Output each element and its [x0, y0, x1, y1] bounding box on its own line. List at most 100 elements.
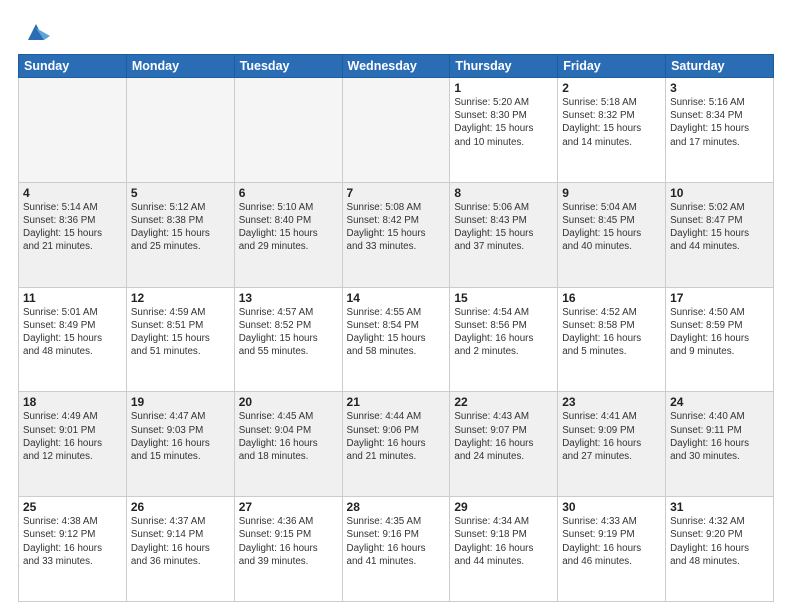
day-number: 26 [131, 500, 230, 514]
logo [18, 16, 50, 46]
day-cell [234, 78, 342, 183]
day-number: 4 [23, 186, 122, 200]
day-number: 1 [454, 81, 553, 95]
day-number: 3 [670, 81, 769, 95]
day-number: 23 [562, 395, 661, 409]
day-number: 20 [239, 395, 338, 409]
day-cell: 19Sunrise: 4:47 AM Sunset: 9:03 PM Dayli… [126, 392, 234, 497]
day-cell: 4Sunrise: 5:14 AM Sunset: 8:36 PM Daylig… [19, 182, 127, 287]
day-number: 31 [670, 500, 769, 514]
day-info: Sunrise: 4:54 AM Sunset: 8:56 PM Dayligh… [454, 306, 553, 359]
day-number: 19 [131, 395, 230, 409]
day-cell: 28Sunrise: 4:35 AM Sunset: 9:16 PM Dayli… [342, 497, 450, 602]
page: SundayMondayTuesdayWednesdayThursdayFrid… [0, 0, 792, 612]
weekday-thursday: Thursday [450, 55, 558, 78]
day-number: 9 [562, 186, 661, 200]
day-cell: 24Sunrise: 4:40 AM Sunset: 9:11 PM Dayli… [666, 392, 774, 497]
day-number: 30 [562, 500, 661, 514]
day-info: Sunrise: 4:49 AM Sunset: 9:01 PM Dayligh… [23, 410, 122, 463]
day-number: 29 [454, 500, 553, 514]
day-cell: 15Sunrise: 4:54 AM Sunset: 8:56 PM Dayli… [450, 287, 558, 392]
day-cell: 25Sunrise: 4:38 AM Sunset: 9:12 PM Dayli… [19, 497, 127, 602]
day-info: Sunrise: 4:40 AM Sunset: 9:11 PM Dayligh… [670, 410, 769, 463]
day-cell [19, 78, 127, 183]
week-row-5: 25Sunrise: 4:38 AM Sunset: 9:12 PM Dayli… [19, 497, 774, 602]
week-row-1: 1Sunrise: 5:20 AM Sunset: 8:30 PM Daylig… [19, 78, 774, 183]
day-info: Sunrise: 4:35 AM Sunset: 9:16 PM Dayligh… [347, 515, 446, 568]
day-info: Sunrise: 5:10 AM Sunset: 8:40 PM Dayligh… [239, 201, 338, 254]
weekday-header-row: SundayMondayTuesdayWednesdayThursdayFrid… [19, 55, 774, 78]
day-cell: 6Sunrise: 5:10 AM Sunset: 8:40 PM Daylig… [234, 182, 342, 287]
week-row-4: 18Sunrise: 4:49 AM Sunset: 9:01 PM Dayli… [19, 392, 774, 497]
day-number: 14 [347, 291, 446, 305]
day-info: Sunrise: 4:37 AM Sunset: 9:14 PM Dayligh… [131, 515, 230, 568]
day-info: Sunrise: 5:06 AM Sunset: 8:43 PM Dayligh… [454, 201, 553, 254]
day-cell: 23Sunrise: 4:41 AM Sunset: 9:09 PM Dayli… [558, 392, 666, 497]
day-info: Sunrise: 5:16 AM Sunset: 8:34 PM Dayligh… [670, 96, 769, 149]
day-cell: 18Sunrise: 4:49 AM Sunset: 9:01 PM Dayli… [19, 392, 127, 497]
day-cell [126, 78, 234, 183]
day-number: 18 [23, 395, 122, 409]
weekday-wednesday: Wednesday [342, 55, 450, 78]
day-info: Sunrise: 4:43 AM Sunset: 9:07 PM Dayligh… [454, 410, 553, 463]
day-info: Sunrise: 5:12 AM Sunset: 8:38 PM Dayligh… [131, 201, 230, 254]
day-number: 10 [670, 186, 769, 200]
day-cell: 30Sunrise: 4:33 AM Sunset: 9:19 PM Dayli… [558, 497, 666, 602]
day-info: Sunrise: 4:52 AM Sunset: 8:58 PM Dayligh… [562, 306, 661, 359]
day-number: 7 [347, 186, 446, 200]
day-info: Sunrise: 5:02 AM Sunset: 8:47 PM Dayligh… [670, 201, 769, 254]
day-cell: 31Sunrise: 4:32 AM Sunset: 9:20 PM Dayli… [666, 497, 774, 602]
day-info: Sunrise: 4:34 AM Sunset: 9:18 PM Dayligh… [454, 515, 553, 568]
day-number: 13 [239, 291, 338, 305]
day-info: Sunrise: 4:50 AM Sunset: 8:59 PM Dayligh… [670, 306, 769, 359]
day-cell: 7Sunrise: 5:08 AM Sunset: 8:42 PM Daylig… [342, 182, 450, 287]
weekday-friday: Friday [558, 55, 666, 78]
day-cell: 22Sunrise: 4:43 AM Sunset: 9:07 PM Dayli… [450, 392, 558, 497]
day-cell: 20Sunrise: 4:45 AM Sunset: 9:04 PM Dayli… [234, 392, 342, 497]
calendar-table: SundayMondayTuesdayWednesdayThursdayFrid… [18, 54, 774, 602]
day-cell: 10Sunrise: 5:02 AM Sunset: 8:47 PM Dayli… [666, 182, 774, 287]
day-cell: 3Sunrise: 5:16 AM Sunset: 8:34 PM Daylig… [666, 78, 774, 183]
day-cell: 13Sunrise: 4:57 AM Sunset: 8:52 PM Dayli… [234, 287, 342, 392]
day-cell: 2Sunrise: 5:18 AM Sunset: 8:32 PM Daylig… [558, 78, 666, 183]
day-number: 27 [239, 500, 338, 514]
day-info: Sunrise: 5:04 AM Sunset: 8:45 PM Dayligh… [562, 201, 661, 254]
day-info: Sunrise: 4:32 AM Sunset: 9:20 PM Dayligh… [670, 515, 769, 568]
day-info: Sunrise: 4:44 AM Sunset: 9:06 PM Dayligh… [347, 410, 446, 463]
day-cell: 21Sunrise: 4:44 AM Sunset: 9:06 PM Dayli… [342, 392, 450, 497]
day-info: Sunrise: 5:20 AM Sunset: 8:30 PM Dayligh… [454, 96, 553, 149]
day-number: 16 [562, 291, 661, 305]
weekday-monday: Monday [126, 55, 234, 78]
day-number: 5 [131, 186, 230, 200]
week-row-2: 4Sunrise: 5:14 AM Sunset: 8:36 PM Daylig… [19, 182, 774, 287]
day-number: 15 [454, 291, 553, 305]
day-cell: 17Sunrise: 4:50 AM Sunset: 8:59 PM Dayli… [666, 287, 774, 392]
day-cell: 16Sunrise: 4:52 AM Sunset: 8:58 PM Dayli… [558, 287, 666, 392]
day-cell: 9Sunrise: 5:04 AM Sunset: 8:45 PM Daylig… [558, 182, 666, 287]
day-cell [342, 78, 450, 183]
day-number: 17 [670, 291, 769, 305]
header [18, 16, 774, 46]
day-cell: 27Sunrise: 4:36 AM Sunset: 9:15 PM Dayli… [234, 497, 342, 602]
day-number: 11 [23, 291, 122, 305]
day-cell: 29Sunrise: 4:34 AM Sunset: 9:18 PM Dayli… [450, 497, 558, 602]
day-number: 22 [454, 395, 553, 409]
day-info: Sunrise: 4:47 AM Sunset: 9:03 PM Dayligh… [131, 410, 230, 463]
day-number: 12 [131, 291, 230, 305]
day-cell: 8Sunrise: 5:06 AM Sunset: 8:43 PM Daylig… [450, 182, 558, 287]
day-number: 25 [23, 500, 122, 514]
day-info: Sunrise: 4:38 AM Sunset: 9:12 PM Dayligh… [23, 515, 122, 568]
logo-icon [22, 18, 50, 46]
day-number: 21 [347, 395, 446, 409]
day-cell: 1Sunrise: 5:20 AM Sunset: 8:30 PM Daylig… [450, 78, 558, 183]
day-cell: 5Sunrise: 5:12 AM Sunset: 8:38 PM Daylig… [126, 182, 234, 287]
day-info: Sunrise: 4:33 AM Sunset: 9:19 PM Dayligh… [562, 515, 661, 568]
weekday-saturday: Saturday [666, 55, 774, 78]
day-info: Sunrise: 5:18 AM Sunset: 8:32 PM Dayligh… [562, 96, 661, 149]
day-cell: 26Sunrise: 4:37 AM Sunset: 9:14 PM Dayli… [126, 497, 234, 602]
day-info: Sunrise: 4:59 AM Sunset: 8:51 PM Dayligh… [131, 306, 230, 359]
day-cell: 12Sunrise: 4:59 AM Sunset: 8:51 PM Dayli… [126, 287, 234, 392]
day-number: 2 [562, 81, 661, 95]
day-info: Sunrise: 4:55 AM Sunset: 8:54 PM Dayligh… [347, 306, 446, 359]
day-info: Sunrise: 5:01 AM Sunset: 8:49 PM Dayligh… [23, 306, 122, 359]
